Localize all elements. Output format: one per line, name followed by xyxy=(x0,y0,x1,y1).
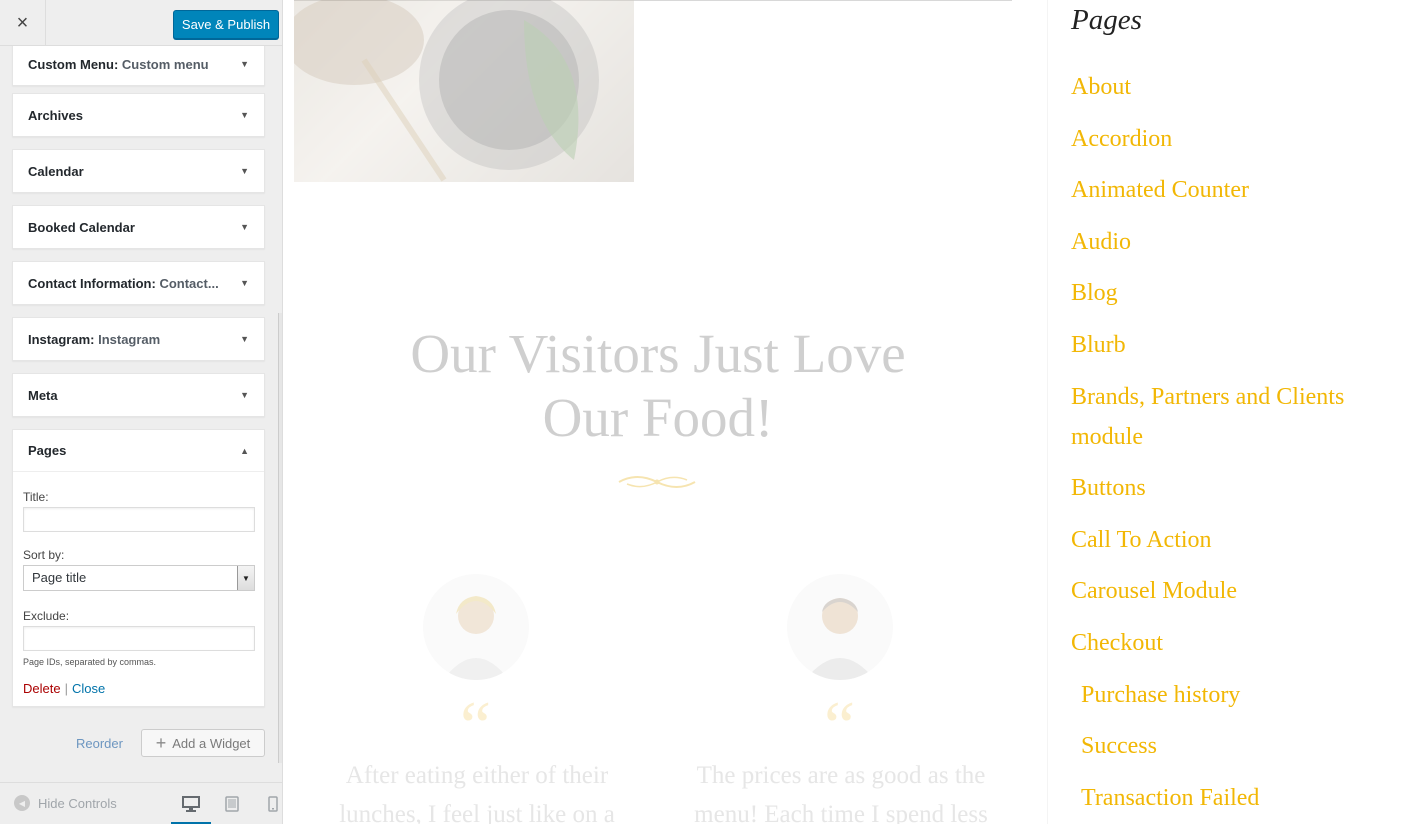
widget-archives[interactable]: Archives ▼ xyxy=(12,93,265,137)
testimonial-avatar xyxy=(423,574,529,680)
page-link[interactable]: About xyxy=(1071,67,1391,107)
widget-contact-information[interactable]: Contact Information: Contact... ▼ xyxy=(12,261,265,305)
arrow-down-icon: ▼ xyxy=(240,334,249,344)
widget-title: Meta xyxy=(28,387,58,403)
widget-calendar[interactable]: Calendar ▼ xyxy=(12,149,265,193)
testimonial-text: After eating either of their lunches, I … xyxy=(339,762,615,824)
testimonial-text: The prices are as good as the menu! Each… xyxy=(694,762,988,824)
collapse-arrow-icon: ◀ xyxy=(14,795,30,811)
save-publish-button[interactable]: Save & Publish xyxy=(173,10,279,39)
arrow-down-icon: ▼ xyxy=(240,278,249,288)
page-link[interactable]: Brands, Partners and Clients module xyxy=(1071,377,1391,457)
customizer-header: × Save & Publish xyxy=(0,0,282,46)
widget-title: Calendar xyxy=(28,163,84,179)
section-heading: Our Visitors Just Love Our Food! xyxy=(368,322,948,450)
widgets-panel: Custom Menu: Custom menu ▼ Archives ▼ Ca… xyxy=(0,46,277,780)
widget-custom-menu[interactable]: Custom Menu: Custom menu ▼ xyxy=(12,46,265,86)
quote-icon: “ xyxy=(460,688,492,765)
hide-controls-label: Hide Controls xyxy=(38,795,117,811)
tablet-icon[interactable] xyxy=(221,793,243,815)
widget-title: Archives xyxy=(28,107,83,123)
quote-icon: “ xyxy=(824,688,856,765)
arrow-down-icon: ▼ xyxy=(240,110,249,120)
sortby-selected-value: Page title xyxy=(32,570,87,585)
page-link[interactable]: Transaction Failed xyxy=(1071,778,1391,818)
widget-title: Instagram: Instagram xyxy=(28,331,161,347)
exclude-label: Exclude: xyxy=(23,609,70,623)
page-link[interactable]: Checkout xyxy=(1071,623,1391,663)
page-link[interactable]: Purchase history xyxy=(1071,675,1391,715)
customizer-sidebar: × Save & Publish Custom Menu: Custom men… xyxy=(0,0,283,824)
plus-icon: + xyxy=(155,733,167,753)
page-link[interactable]: Blog xyxy=(1071,273,1391,313)
widget-actions: Delete | Close xyxy=(23,681,254,696)
ornament-divider-icon xyxy=(617,470,697,499)
preview-sidebar: Pages About Accordion Animated Counter Audi… xyxy=(1047,0,1411,824)
heading-line-1: Our Visitors Just Love xyxy=(410,323,906,384)
page-link[interactable]: Audio xyxy=(1071,222,1391,262)
pages-list: About Accordion Animated Counter Audio Blog B… xyxy=(1071,67,1391,824)
testimonial-avatar xyxy=(787,574,893,680)
widget-pages: Pages ▲ Title: Sort by: Page title ▼ Exc… xyxy=(12,429,265,707)
widget-title: Pages xyxy=(28,443,67,458)
arrow-up-icon: ▲ xyxy=(240,445,249,456)
widget-title: Booked Calendar xyxy=(28,219,135,235)
separator: | xyxy=(64,681,68,696)
delete-link[interactable]: Delete xyxy=(23,681,61,696)
title-label: Title: xyxy=(23,490,49,504)
widget-title: Custom Menu: Custom menu xyxy=(28,56,209,72)
mobile-icon[interactable] xyxy=(262,793,282,815)
page-link[interactable]: Accordion xyxy=(1071,119,1391,159)
page-link[interactable]: Buttons xyxy=(1071,468,1391,508)
chevron-down-icon[interactable]: ▼ xyxy=(237,566,254,590)
close-link[interactable]: Close xyxy=(72,681,105,696)
heading-line-2: Our Food! xyxy=(542,387,774,448)
page-link[interactable]: Call To Action xyxy=(1071,520,1391,560)
widget-booked-calendar[interactable]: Booked Calendar ▼ xyxy=(12,205,265,249)
sortby-label: Sort by: xyxy=(23,548,65,562)
exclude-input[interactable] xyxy=(23,626,255,651)
arrow-down-icon: ▼ xyxy=(240,166,249,176)
customizer-footer: ◀ Hide Controls xyxy=(0,782,282,824)
close-customizer-button[interactable]: × xyxy=(0,0,46,46)
desktop-icon[interactable] xyxy=(180,793,202,815)
pages-widget-title: Pages xyxy=(1071,4,1142,36)
page-link[interactable]: Blurb xyxy=(1071,325,1391,365)
add-widget-button[interactable]: + Add a Widget xyxy=(141,729,265,757)
title-input[interactable] xyxy=(23,507,255,532)
hide-controls-button[interactable]: ◀ Hide Controls xyxy=(14,795,117,811)
widget-pages-form: Title: Sort by: Page title ▼ Exclude: Pa… xyxy=(13,472,264,706)
page-link[interactable]: Success xyxy=(1071,726,1391,766)
arrow-down-icon: ▼ xyxy=(240,59,249,69)
widget-meta[interactable]: Meta ▼ xyxy=(12,373,265,417)
widget-title: Contact Information: Contact... xyxy=(28,275,219,291)
site-preview: Our Visitors Just Love Our Food! “ “ Aft… xyxy=(283,0,1411,824)
arrow-down-icon: ▼ xyxy=(240,390,249,400)
page-link[interactable]: Carousel Module xyxy=(1071,571,1391,611)
sortby-select[interactable]: Page title ▼ xyxy=(23,565,255,591)
exclude-help-text: Page IDs, separated by commas. xyxy=(23,657,157,667)
arrow-down-icon: ▼ xyxy=(240,222,249,232)
reorder-link[interactable]: Reorder xyxy=(76,736,123,751)
add-widget-label: Add a Widget xyxy=(172,735,251,751)
page-link[interactable]: Animated Counter xyxy=(1071,170,1391,210)
widget-pages-header[interactable]: Pages ▲ xyxy=(13,430,264,472)
food-image xyxy=(294,0,634,182)
widget-instagram[interactable]: Instagram: Instagram ▼ xyxy=(12,317,265,361)
